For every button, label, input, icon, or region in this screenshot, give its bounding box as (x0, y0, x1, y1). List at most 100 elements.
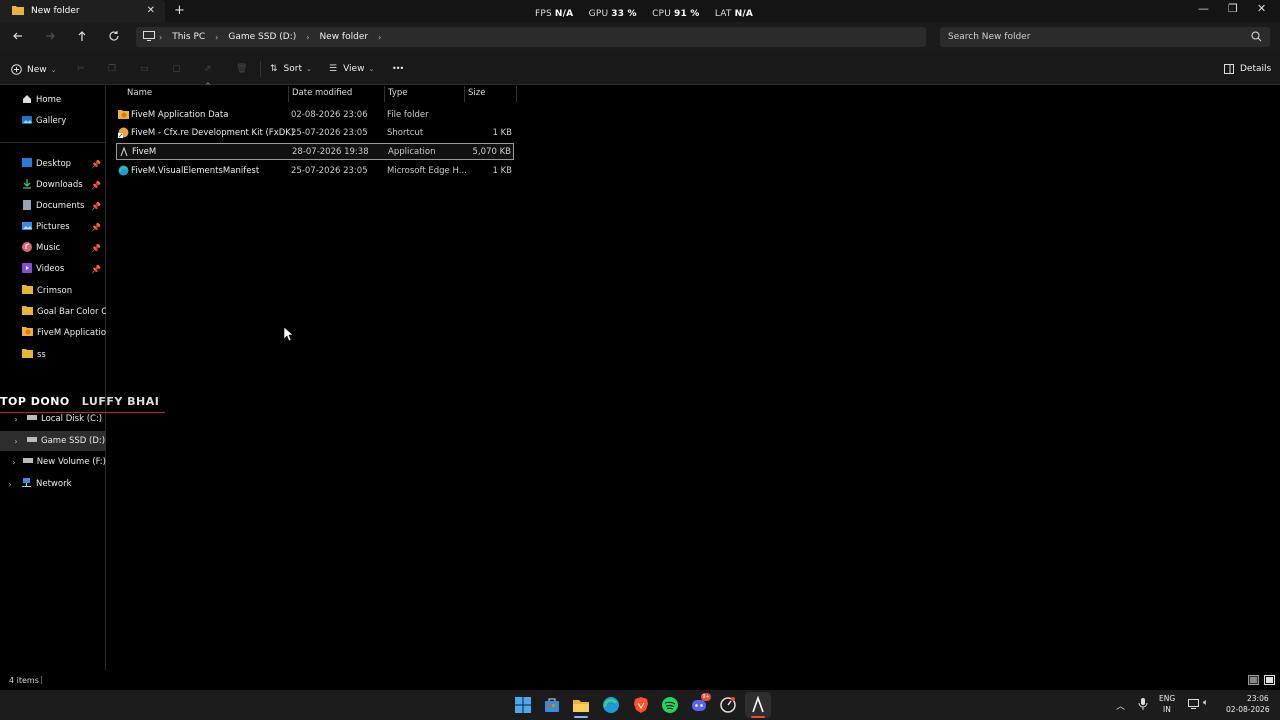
taskbar-fivem[interactable] (749, 695, 767, 714)
sidebar-item-home[interactable]: Home (0, 90, 106, 110)
column-divider[interactable] (464, 86, 465, 102)
search-input[interactable] (948, 30, 1238, 44)
table-row[interactable]: FiveM.VisualElementsManifest 25-07-2026 … (116, 162, 514, 179)
view-button[interactable]: ☰ View ⌄ (329, 64, 374, 74)
chevron-right-icon[interactable]: › (11, 415, 21, 424)
more-options-button[interactable]: ••• (392, 64, 404, 73)
language-top[interactable]: ENG (1159, 694, 1175, 703)
taskbar-app-speedometer[interactable] (719, 696, 737, 714)
taskbar-edge[interactable] (602, 696, 620, 714)
file-explorer-icon (573, 700, 589, 712)
sort-label: Sort (283, 64, 302, 74)
column-header-date[interactable]: Date modified (292, 88, 352, 102)
chevron-right-icon[interactable]: › (11, 458, 17, 467)
details-view-icon[interactable] (1248, 675, 1259, 688)
column-divider[interactable] (384, 86, 385, 102)
tab-new-folder[interactable]: New folder ✕ (0, 0, 165, 22)
new-tab-button[interactable]: + (174, 3, 185, 18)
pin-icon: 📌 (91, 201, 101, 211)
chevron-right-icon[interactable]: › (378, 33, 381, 42)
taskbar-brave[interactable] (632, 696, 650, 714)
breadcrumb-game-ssd[interactable]: Game SSD (D:) (228, 32, 296, 42)
new-button[interactable]: New ⌄ (11, 64, 57, 75)
column-divider[interactable] (516, 86, 517, 102)
sidebar-item-documents[interactable]: Documents 📌 (0, 196, 106, 216)
refresh-button[interactable] (108, 30, 120, 45)
column-divider[interactable] (288, 86, 289, 102)
sidebar-item-music[interactable]: Music 📌 (0, 238, 106, 258)
file-name: FiveM (132, 146, 157, 157)
folder-icon (22, 285, 33, 297)
up-button[interactable] (76, 30, 88, 45)
desktop-icon (22, 158, 32, 170)
sidebar-item-pictures[interactable]: Pictures 📌 (0, 217, 106, 237)
details-pane-icon (1224, 64, 1234, 74)
sidebar-item-fivem-app[interactable]: FiveM Application I (0, 323, 106, 343)
sidebar-item-goal-bar[interactable]: Goal Bar Color Opti (0, 302, 106, 322)
file-name: FiveM Application Data (131, 109, 229, 120)
chevron-right-icon[interactable]: › (5, 480, 15, 489)
forward-button[interactable] (44, 30, 56, 45)
clock-date[interactable]: 02-08-2026 (1226, 705, 1270, 714)
breadcrumb-new-folder[interactable]: New folder (319, 32, 368, 42)
breadcrumb-this-pc[interactable]: This PC (172, 32, 205, 42)
taskbar-spotify[interactable] (661, 696, 679, 714)
language-bottom[interactable]: IN (1163, 705, 1171, 714)
sidebar-divider (0, 142, 106, 143)
taskbar-store[interactable] (543, 696, 561, 714)
volume-icon[interactable]: 🔈︎ (1203, 698, 1208, 708)
sort-button[interactable]: ⇅ Sort ⌄ (270, 64, 312, 74)
cut-button[interactable]: ✂ (77, 64, 85, 74)
lat-value: N/A (734, 9, 753, 19)
start-button[interactable] (514, 696, 532, 714)
tab-title: New folder (31, 6, 80, 16)
sidebar-item-label: Pictures (36, 222, 70, 232)
sidebar-item-network[interactable]: › Network (0, 474, 106, 494)
taskbar-file-explorer[interactable] (572, 696, 590, 714)
share-button[interactable]: ⇗ (204, 64, 212, 74)
sort-arrow-icon: ^ (205, 82, 211, 90)
rename-icon: ▢ (172, 64, 181, 74)
tiles-view-icon[interactable] (1264, 675, 1275, 688)
sidebar-item-ss[interactable]: ss (0, 345, 106, 365)
table-row-selected[interactable]: FiveM 28-07-2026 19:38 Application 5,070… (116, 143, 514, 160)
copy-button[interactable]: ❐ (108, 64, 116, 74)
table-row[interactable]: FiveM - Cfx.re Development Kit (FxDK) 25… (116, 124, 514, 141)
maximize-button[interactable]: ❐ (1228, 2, 1238, 15)
rename-button[interactable]: ▢ (172, 64, 181, 74)
sidebar-item-game-ssd-d[interactable]: › Game SSD (D:) (0, 431, 106, 451)
search-box[interactable] (940, 27, 1270, 47)
column-header-type[interactable]: Type (388, 88, 408, 102)
paste-icon: ▭ (140, 64, 149, 74)
close-window-button[interactable]: ✕ (1257, 2, 1266, 15)
paste-button[interactable]: ▭ (140, 64, 149, 74)
sidebar-item-videos[interactable]: Videos 📌 (0, 259, 106, 279)
close-tab-icon[interactable]: ✕ (147, 5, 155, 16)
lat-label: LAT (714, 9, 732, 19)
chevron-right-icon[interactable]: › (11, 437, 21, 446)
back-button[interactable] (12, 30, 24, 45)
table-row[interactable]: FiveM Application Data 02-08-2026 23:06 … (116, 106, 514, 123)
sidebar-item-downloads[interactable]: Downloads 📌 (0, 175, 106, 195)
details-button[interactable]: Details (1224, 64, 1271, 74)
folder-icon (22, 349, 33, 361)
file-size: 1 KB (492, 165, 512, 176)
delete-button[interactable]: 🗑 (236, 64, 247, 74)
up-arrow-icon (78, 31, 86, 41)
minimize-button[interactable]: — (1198, 2, 1209, 15)
sidebar-item-desktop[interactable]: Desktop 📌 (0, 154, 106, 174)
sidebar-item-label: Home (36, 95, 62, 105)
sidebar-item-label: Documents (36, 201, 85, 211)
sidebar-item-gallery[interactable]: Gallery (0, 111, 106, 131)
clock-time[interactable]: 23:06 (1247, 694, 1269, 703)
sidebar-item-new-volume-f[interactable]: › New Volume (F:) (0, 452, 106, 472)
chevron-up-icon[interactable]: ︿ (1116, 699, 1125, 712)
microphone-icon[interactable] (1138, 698, 1148, 712)
mouse-cursor-icon (283, 326, 294, 344)
sidebar-item-crimson[interactable]: Crimson (0, 281, 106, 301)
column-header-size[interactable]: Size (468, 88, 485, 102)
breadcrumb[interactable]: › This PC › Game SSD (D:) › New folder › (136, 27, 926, 47)
column-header-name[interactable]: Name (127, 88, 152, 102)
sidebar-item-label: Music (36, 243, 61, 253)
network-status-icon[interactable] (1188, 699, 1199, 711)
